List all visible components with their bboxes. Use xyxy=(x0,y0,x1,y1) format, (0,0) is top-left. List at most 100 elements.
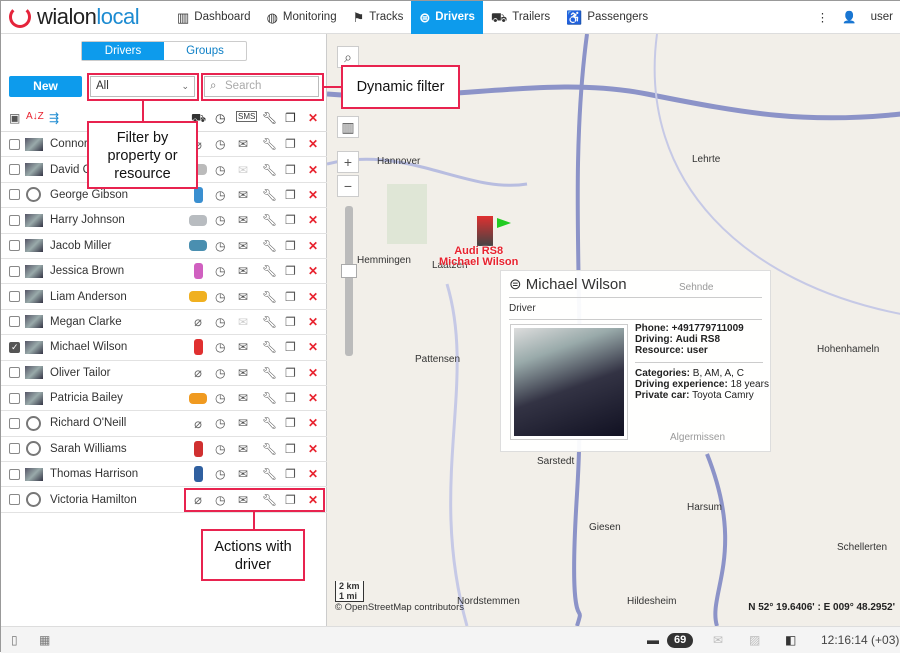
message-icon[interactable]: ✉ xyxy=(238,442,248,456)
delete-icon[interactable]: ✕ xyxy=(308,416,318,430)
vehicle-icon[interactable] xyxy=(194,440,203,457)
wrench-icon[interactable]: 🔧︎ xyxy=(262,163,277,177)
grid-icon[interactable]: ▦ xyxy=(39,633,50,647)
driver-row[interactable]: Jessica Brown ◷ ✉ 🔧︎ ❐ ✕ xyxy=(1,259,327,285)
driver-row[interactable]: Thomas Harrison ◷ ✉ 🔧︎ ❐ ✕ xyxy=(1,462,327,488)
nav-dashboard[interactable]: ▥ Dashboard xyxy=(169,1,259,34)
driver-name[interactable]: Richard O'Neill xyxy=(50,417,126,429)
notifications-count[interactable]: 69 xyxy=(667,633,694,648)
clock-icon[interactable]: ◷ xyxy=(215,163,225,177)
delete-icon[interactable]: ✕ xyxy=(308,264,318,278)
vehicle-icon[interactable] xyxy=(189,214,207,226)
unit-label[interactable]: Audi RS8 Michael Wilson xyxy=(439,246,518,268)
row-checkbox[interactable] xyxy=(9,265,20,277)
wrench-icon[interactable]: 🔧︎ xyxy=(262,467,277,481)
clock-icon[interactable]: ◷ xyxy=(215,442,225,456)
driver-row[interactable]: Michael Wilson ◷ ✉ 🔧︎ ❐ ✕ xyxy=(1,335,327,361)
message-icon[interactable]: ✉ xyxy=(238,315,248,329)
delete-icon[interactable]: ✕ xyxy=(308,340,318,354)
message-icon[interactable]: ✉ xyxy=(238,416,248,430)
clock-icon[interactable]: ◷ xyxy=(215,467,225,481)
delete-icon[interactable]: ✕ xyxy=(308,188,318,202)
unit-marker-icon[interactable] xyxy=(477,216,493,246)
message-icon[interactable]: ✉ xyxy=(238,467,248,481)
row-checkbox[interactable] xyxy=(9,341,20,353)
message-icon[interactable]: ✉ xyxy=(238,391,248,405)
gallery-icon[interactable]: ▨ xyxy=(749,633,760,647)
copy-icon[interactable]: ❐ xyxy=(285,416,296,430)
wrench-icon[interactable]: 🔧︎ xyxy=(262,264,277,278)
wrench-icon[interactable]: 🔧︎ xyxy=(262,188,277,202)
zoom-in-button[interactable]: + xyxy=(337,151,359,173)
copy-column-icon[interactable]: ❐ xyxy=(285,111,296,125)
delete-column-icon[interactable]: ✕ xyxy=(308,111,318,125)
map-attribution[interactable]: © OpenStreetMap contributors xyxy=(335,602,464,613)
copy-icon[interactable]: ❐ xyxy=(285,340,296,354)
nav-drivers[interactable]: ⊜ Drivers xyxy=(411,0,483,34)
message-icon[interactable]: ✉ xyxy=(238,163,248,177)
wrench-icon[interactable]: 🔧︎ xyxy=(262,137,277,151)
clock-column-icon[interactable]: ◷ xyxy=(215,111,225,125)
wrench-icon[interactable]: 🔧︎ xyxy=(262,315,277,329)
sort-az-icon[interactable]: A↓Z xyxy=(26,111,44,122)
wrench-icon[interactable]: 🔧︎ xyxy=(262,239,277,253)
row-checkbox[interactable] xyxy=(9,240,20,252)
delete-icon[interactable]: ✕ xyxy=(308,442,318,456)
delete-icon[interactable]: ✕ xyxy=(308,467,318,481)
driver-name[interactable]: Patricia Bailey xyxy=(50,392,123,404)
driver-name[interactable]: Liam Anderson xyxy=(50,291,127,303)
driver-name[interactable]: Michael Wilson xyxy=(50,341,127,353)
driver-name[interactable]: Thomas Harrison xyxy=(50,468,138,480)
row-checkbox[interactable] xyxy=(9,417,20,429)
vehicle-icon[interactable] xyxy=(194,263,203,280)
wrench-icon[interactable]: 🔧︎ xyxy=(262,416,277,430)
zoom-slider[interactable] xyxy=(341,206,357,356)
copy-icon[interactable]: ❐ xyxy=(285,163,296,177)
notifications-icon[interactable]: ▬ xyxy=(647,633,659,647)
row-checkbox[interactable] xyxy=(9,291,20,303)
message-icon[interactable]: ✉ xyxy=(238,366,248,380)
wrench-icon[interactable]: 🔧︎ xyxy=(262,213,277,227)
unit-not-bound-icon[interactable]: ⌀ xyxy=(189,315,207,328)
select-all-checkbox[interactable]: ▣ xyxy=(9,111,20,125)
message-icon[interactable]: ✉ xyxy=(238,137,248,151)
group-icon[interactable]: ⇶ xyxy=(49,111,59,125)
driver-name[interactable]: Jessica Brown xyxy=(50,265,124,277)
row-checkbox[interactable] xyxy=(9,164,20,176)
driver-row[interactable]: Richard O'Neill ⌀ ◷ ✉ 🔧︎ ❐ ✕ xyxy=(1,411,327,437)
delete-icon[interactable]: ✕ xyxy=(308,163,318,177)
clock-icon[interactable]: ◷ xyxy=(215,290,225,304)
logo[interactable]: wialon local xyxy=(1,4,169,30)
nav-tracks[interactable]: ⚑ Tracks xyxy=(345,1,412,34)
wrench-icon[interactable]: 🔧︎ xyxy=(262,391,277,405)
driver-name[interactable]: Victoria Hamilton xyxy=(50,494,137,506)
clock-icon[interactable]: ◷ xyxy=(215,137,225,151)
clock-icon[interactable]: ◷ xyxy=(215,340,225,354)
driver-name[interactable]: David G xyxy=(50,164,92,176)
message-icon[interactable]: ✉ xyxy=(238,264,248,278)
driver-name[interactable]: Sarah Williams xyxy=(50,443,127,455)
copy-icon[interactable]: ❐ xyxy=(285,467,296,481)
zoom-out-button[interactable]: − xyxy=(337,175,359,197)
row-checkbox[interactable] xyxy=(9,443,20,455)
copy-icon[interactable]: ❐ xyxy=(285,137,296,151)
driver-row[interactable]: Patricia Bailey ◷ ✉ 🔧︎ ❐ ✕ xyxy=(1,386,327,412)
copy-icon[interactable]: ❐ xyxy=(285,290,296,304)
vehicle-icon[interactable] xyxy=(189,291,207,303)
message-icon[interactable]: ✉ xyxy=(238,188,248,202)
tab-groups[interactable]: Groups xyxy=(164,42,246,60)
copy-icon[interactable]: ❐ xyxy=(285,264,296,278)
driver-name[interactable]: Harry Johnson xyxy=(50,214,125,226)
map[interactable]: Hannover Lehrte Hemmingen Laatzen Patten… xyxy=(327,34,900,626)
copy-icon[interactable]: ❐ xyxy=(285,366,296,380)
clock-icon[interactable]: ◷ xyxy=(215,213,225,227)
user-icon[interactable]: 👤 xyxy=(842,10,856,24)
map-layers-button[interactable]: ▥ xyxy=(337,116,359,138)
row-checkbox[interactable] xyxy=(9,316,20,328)
messages-icon[interactable]: ✉ xyxy=(713,633,723,647)
message-icon[interactable]: ✉ xyxy=(238,239,248,253)
row-checkbox[interactable] xyxy=(9,494,20,506)
clock-icon[interactable]: ◷ xyxy=(215,391,225,405)
delete-icon[interactable]: ✕ xyxy=(308,239,318,253)
clock-icon[interactable]: ◷ xyxy=(215,416,225,430)
